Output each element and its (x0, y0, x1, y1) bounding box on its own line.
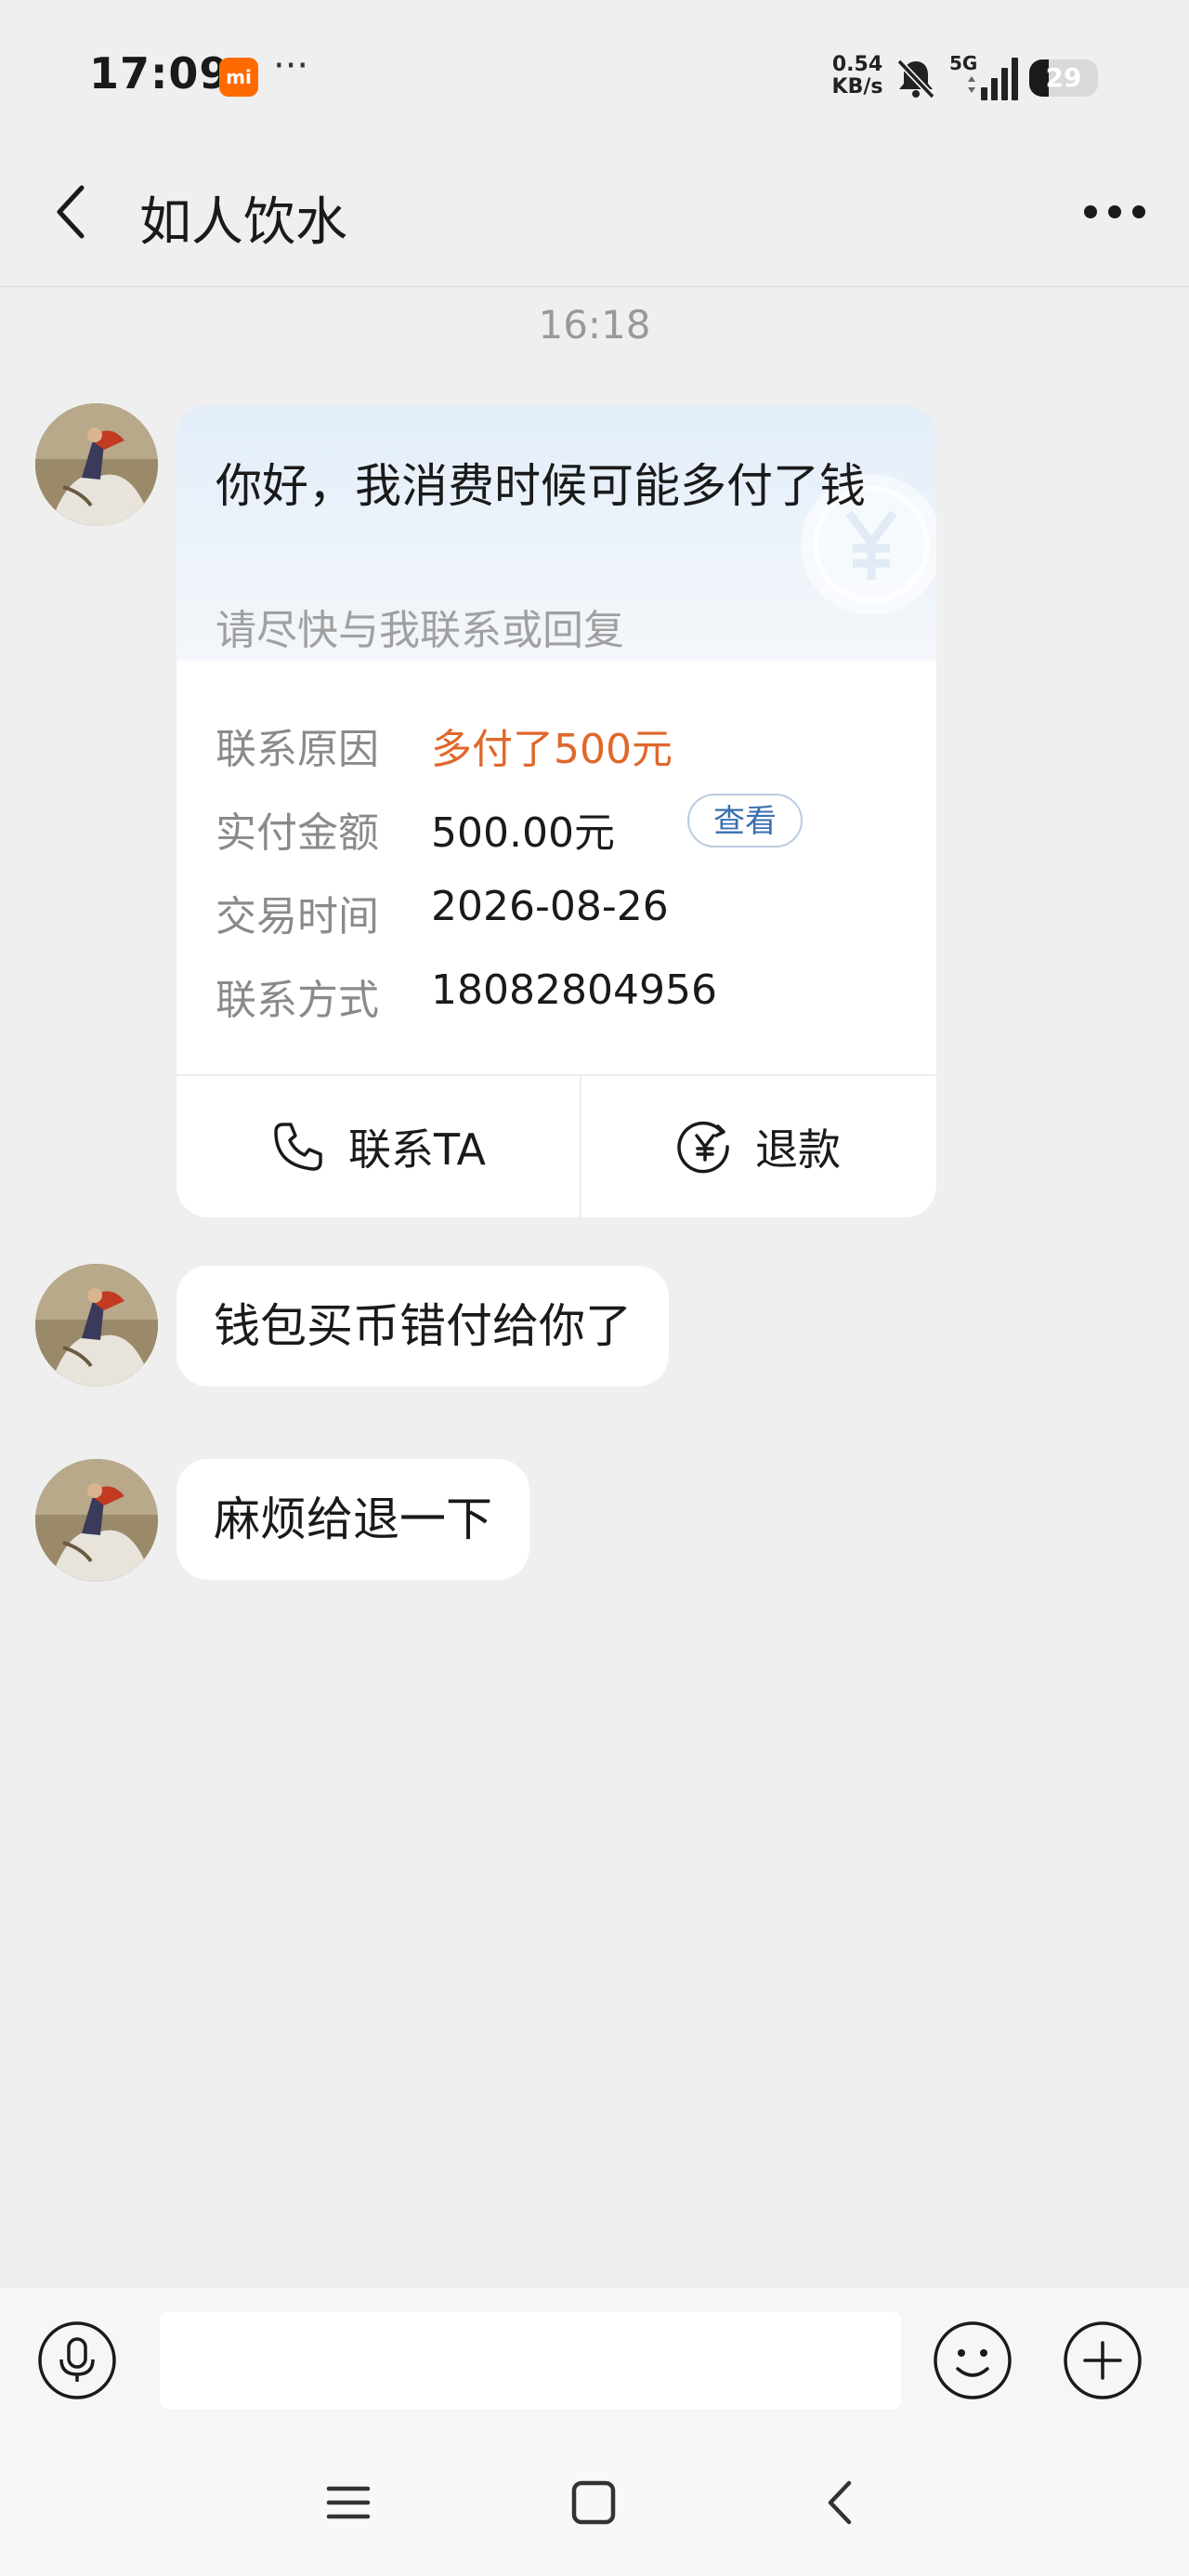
battery-icon: 29 (1029, 59, 1098, 97)
input-bar (0, 2288, 1189, 2433)
avatar[interactable] (35, 403, 158, 526)
avatar-image (35, 403, 158, 526)
info-value: 18082804956 (431, 966, 717, 1014)
phone-icon (274, 1123, 322, 1171)
contact-button[interactable]: 联系TA (176, 1076, 580, 1217)
message-bubble[interactable]: 钱包买币错付给你了 (176, 1266, 669, 1387)
chat-header: 如人饮水 (0, 139, 1189, 287)
network-speed-unit: KB/s (831, 75, 883, 99)
avatar[interactable] (35, 1459, 158, 1582)
refund-request-card[interactable]: 你好，我消费时候可能多付了钱 请尽快与我联系或回复 联系原因 多付了500元 实… (176, 405, 936, 1217)
view-button[interactable]: 查看 (687, 794, 803, 848)
avatar-image (35, 1264, 158, 1387)
more-options-icon[interactable] (1078, 184, 1152, 240)
avatar[interactable] (35, 1264, 158, 1387)
back-nav-icon[interactable] (808, 2470, 873, 2535)
status-bar: 17:09 mi ··· 0.54 KB/s 5G 29 (0, 0, 1189, 139)
info-label: 交易时间 (216, 893, 379, 940)
info-value: 2026-08-26 (431, 883, 669, 930)
message-input[interactable] (160, 2312, 901, 2409)
message-bubble[interactable]: 麻烦给退一下 (176, 1459, 529, 1580)
avatar-image (35, 1459, 158, 1582)
network-speed: 0.54 KB/s (830, 54, 885, 99)
battery-percent: 29 (1045, 62, 1082, 93)
plus-icon[interactable] (1063, 2320, 1143, 2400)
system-navigation-bar (0, 2433, 1189, 2576)
info-label: 实付金额 (216, 809, 379, 857)
more-notifications-icon: ··· (273, 45, 309, 87)
refund-button[interactable]: 退款 (581, 1076, 936, 1217)
refund-yuan-icon (677, 1121, 729, 1174)
mi-app-icon: mi (219, 58, 258, 97)
back-icon[interactable] (37, 177, 108, 247)
mute-bell-icon (896, 59, 935, 99)
card-subtitle: 请尽快与我联系或回复 (216, 607, 624, 654)
card-title: 你好，我消费时候可能多付了钱 (216, 459, 866, 513)
signal-icon (968, 58, 1018, 100)
refund-button-label: 退款 (755, 1124, 841, 1175)
info-label: 联系方式 (216, 977, 379, 1024)
voice-icon[interactable] (37, 2320, 117, 2400)
info-label: 联系原因 (216, 726, 379, 773)
emoji-icon[interactable] (933, 2320, 1013, 2400)
contact-button-label: 联系TA (348, 1124, 486, 1175)
message-timestamp: 16:18 (538, 302, 651, 348)
network-speed-value: 0.54 (831, 53, 883, 76)
home-icon[interactable] (561, 2470, 626, 2535)
card-header: 你好，我消费时候可能多付了钱 请尽快与我联系或回复 (176, 405, 936, 661)
menu-icon[interactable] (316, 2470, 381, 2535)
info-value: 500.00元 (431, 809, 615, 857)
info-value: 多付了500元 (431, 726, 673, 773)
status-time: 17:09 (89, 48, 230, 99)
page-title: 如人饮水 (139, 192, 347, 253)
